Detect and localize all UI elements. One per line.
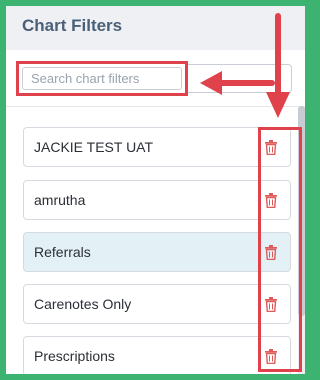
filter-label: Prescriptions [34,348,115,364]
list-item[interactable]: amrutha [23,180,291,220]
search-input[interactable] [22,67,182,90]
search-input-extension[interactable] [186,64,292,93]
trash-icon[interactable] [264,349,278,364]
filter-label: Referrals [34,244,91,260]
trash-icon[interactable] [264,245,278,260]
filter-label: JACKIE TEST UAT [34,139,154,155]
panel-title: Chart Filters [22,16,123,35]
search-highlight-box [16,61,188,96]
scrollbar[interactable] [298,106,305,374]
list-item[interactable]: Carenotes Only [23,284,291,324]
filter-label: amrutha [34,192,86,208]
trash-icon[interactable] [264,140,278,155]
chart-filters-panel: Chart Filters JACKIE TEST UAT amrutha Re… [6,6,305,374]
trash-icon[interactable] [264,193,278,208]
list-item[interactable]: Referrals [23,232,291,272]
list-item[interactable]: JACKIE TEST UAT [23,127,291,167]
filter-label: Carenotes Only [34,296,132,312]
trash-icon[interactable] [264,297,278,312]
list-item[interactable]: Prescriptions [23,336,291,374]
scrollbar-thumb[interactable] [298,106,305,316]
panel-header: Chart Filters [6,6,305,50]
